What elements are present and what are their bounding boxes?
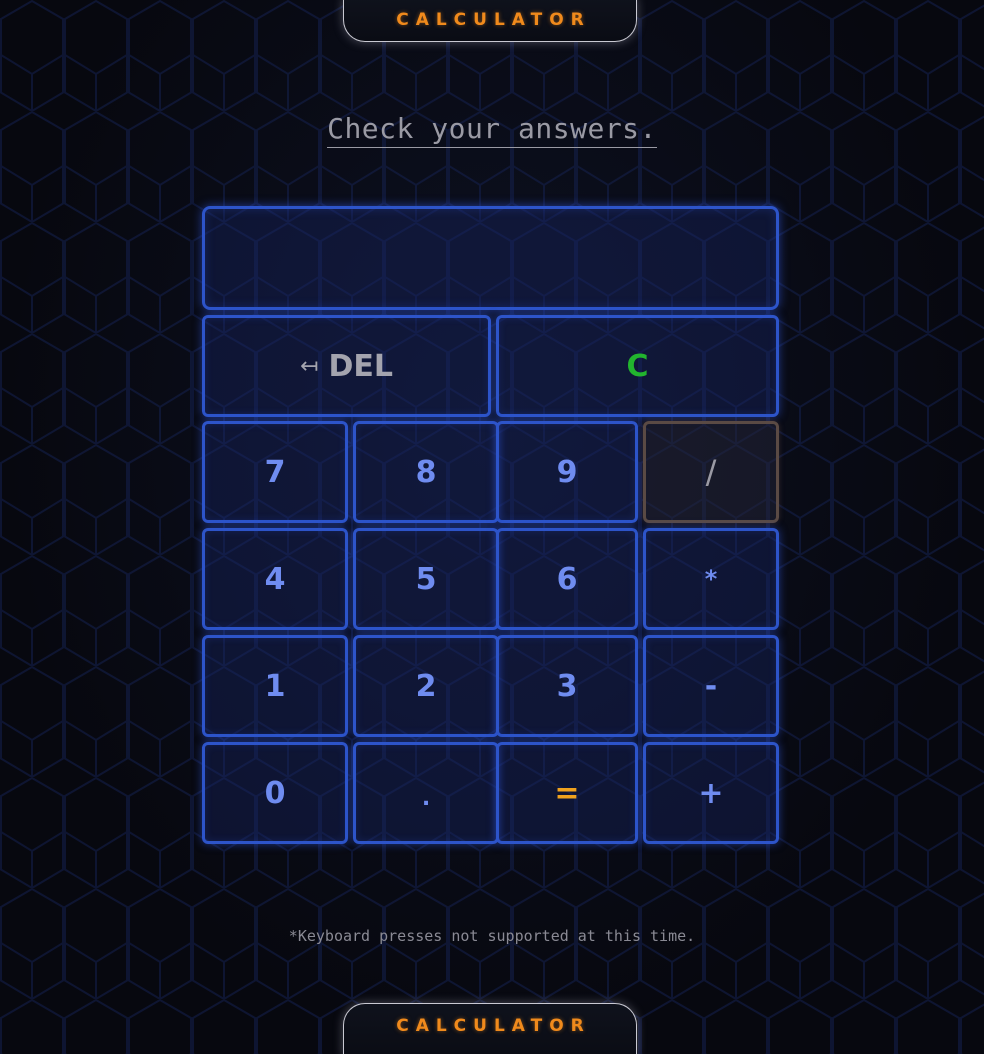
clear-button[interactable]: C <box>496 315 779 417</box>
key-3[interactable]: 3 <box>496 635 638 737</box>
plus-button[interactable]: + <box>643 742 779 844</box>
page: CALCULATOR Check your answers. ↤ DEL C 7… <box>0 0 984 1054</box>
footer-tab: CALCULATOR <box>343 1003 637 1054</box>
multiply-button[interactable]: * <box>643 528 779 630</box>
key-7[interactable]: 7 <box>202 421 348 523</box>
minus-button[interactable]: - <box>643 635 779 737</box>
delete-button[interactable]: ↤ DEL <box>202 315 491 417</box>
delete-label: DEL <box>328 348 393 384</box>
header-tab: CALCULATOR <box>343 0 637 42</box>
header-title: CALCULATOR <box>396 9 591 30</box>
calculator-display <box>202 206 779 310</box>
key-6[interactable]: 6 <box>496 528 638 630</box>
equals-button[interactable]: = <box>496 742 638 844</box>
key-1[interactable]: 1 <box>202 635 348 737</box>
key-4[interactable]: 4 <box>202 528 348 630</box>
hexagon-background-pattern <box>0 0 984 1054</box>
key-0[interactable]: 0 <box>202 742 348 844</box>
footer-title: CALCULATOR <box>396 1016 591 1036</box>
page-heading: Check your answers. <box>0 112 984 148</box>
key-2[interactable]: 2 <box>353 635 499 737</box>
key-9[interactable]: 9 <box>496 421 638 523</box>
heading-text: Check your answers. <box>327 112 657 148</box>
key-5[interactable]: 5 <box>353 528 499 630</box>
key-8[interactable]: 8 <box>353 421 499 523</box>
backspace-arrow-icon: ↤ <box>300 353 319 379</box>
decimal-button[interactable]: . <box>353 742 499 844</box>
divide-button[interactable]: / <box>643 421 779 523</box>
keyboard-note: *Keyboard presses not supported at this … <box>288 927 696 945</box>
